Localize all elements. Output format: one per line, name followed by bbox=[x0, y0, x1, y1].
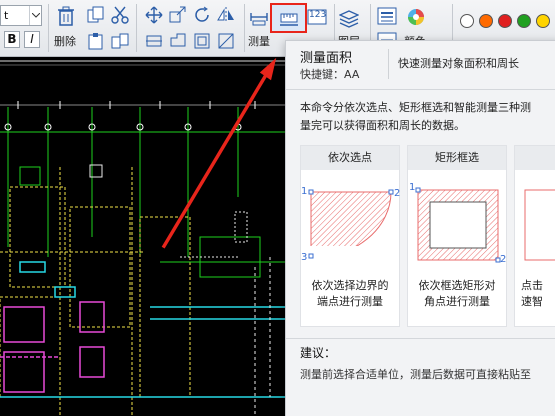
mode-sequential-points: 依次选点 1 2 3 依次选择边界的 端点进行测量 bbox=[300, 145, 400, 327]
point-3-label: 3 bbox=[301, 252, 307, 263]
mode-caption-line2: 端点进行测量 bbox=[317, 295, 383, 308]
sequential-point-3: 3 bbox=[301, 252, 314, 263]
mode-caption-line1: 依次选择边界的 bbox=[311, 279, 389, 292]
mode-smart-measure: 智 点击 速智 bbox=[514, 145, 555, 327]
mode-caption-line2: 角点进行测量 bbox=[424, 295, 490, 308]
tooltip-title: 测量面积 bbox=[300, 51, 353, 66]
tooltip-shortcut: 快捷键：AA bbox=[300, 68, 360, 81]
mode-caption-line1: 依次框选矩形对 bbox=[418, 279, 496, 292]
suggestion-title: 建议： bbox=[300, 346, 337, 360]
point-2-label: 2 bbox=[394, 188, 400, 199]
mode-caption: 点击 速智 bbox=[515, 278, 555, 310]
mode-caption: 依次选择边界的 端点进行测量 bbox=[301, 278, 399, 310]
mode-rectangle-select: 矩形框选 1 2 依次框选矩形对 角点进行测量 bbox=[407, 145, 507, 327]
tooltip-body-line2: 量完可以获得面积和周长的数据。 bbox=[300, 119, 465, 132]
tooltip-description: 快速测量对象面积和周长 bbox=[398, 57, 519, 70]
mode-title: 依次选点 bbox=[301, 146, 399, 170]
suggestion-text: 测量前选择合适单位，测量后数据可直接粘贴至 bbox=[300, 368, 531, 381]
mode-caption-line1: 点击 bbox=[521, 279, 543, 292]
rectangle-select-diagram: 1 2 bbox=[409, 182, 506, 265]
measure-area-tooltip: 测量面积 快捷键：AA 快速测量对象面积和周长 本命令分依次选点、矩形框选和智能… bbox=[285, 40, 555, 416]
mode-caption: 依次框选矩形对 角点进行测量 bbox=[408, 278, 506, 310]
corner-2-label: 2 bbox=[500, 254, 506, 265]
tooltip-body: 本命令分依次选点、矩形框选和智能测量三种测 量完可以获得面积和周长的数据。 bbox=[300, 99, 555, 135]
mode-title: 矩形框选 bbox=[408, 146, 506, 170]
smart-measure-diagram bbox=[524, 189, 555, 261]
tooltip-body-line1: 本命令分依次选点、矩形框选和智能测量三种测 bbox=[300, 101, 531, 114]
mode-title: 智 bbox=[515, 146, 555, 170]
sequential-points-diagram: 1 2 bbox=[301, 186, 400, 246]
corner-1-label: 1 bbox=[409, 182, 415, 193]
point-1-label: 1 bbox=[301, 186, 307, 197]
mode-caption-line2: 速智 bbox=[521, 295, 543, 308]
